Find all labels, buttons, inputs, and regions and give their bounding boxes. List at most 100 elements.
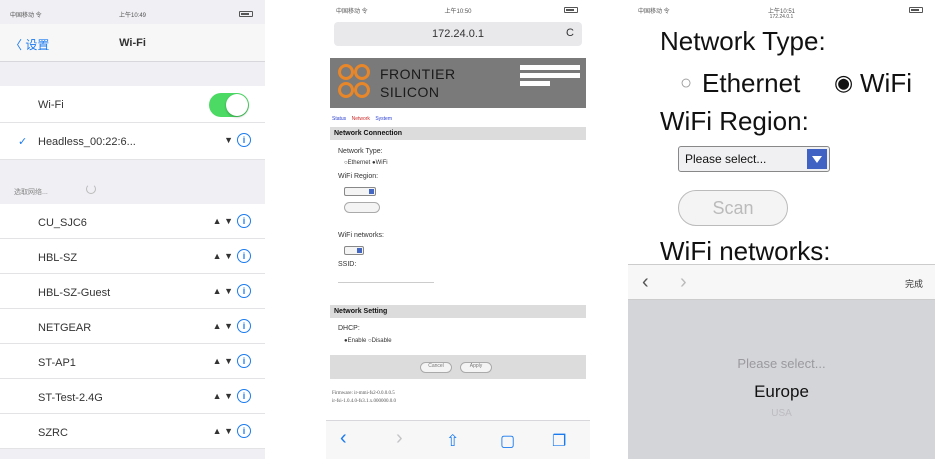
network-status-icons: ▲ ▼ i	[213, 284, 251, 298]
url-text: 172.24.0.1	[432, 28, 484, 40]
network-status-icons: ▲ ▼ i	[213, 389, 251, 403]
info-icon[interactable]: i	[237, 389, 251, 403]
tab-system[interactable]: System	[375, 116, 392, 122]
clock: 上午10:49	[118, 13, 146, 19]
network-row[interactable]: ST-Test-2.4G ▲ ▼ i	[0, 379, 265, 414]
wifi-networks-select[interactable]	[344, 246, 364, 255]
tab-status[interactable]: Status	[332, 116, 346, 122]
network-setting-header: Network Setting	[330, 305, 586, 318]
picker-option-selected[interactable]: Europe	[628, 382, 935, 402]
firmware-line-2: ir-fsi-1.0.4.0-fs3.1.x.000000.0.0	[332, 399, 397, 404]
firmware-line-1: Firmware: ir-mmi-fs2-0.0.0.0.5	[332, 391, 395, 396]
wifi-signal-icon: ▼	[224, 135, 233, 145]
network-type-label: Network Type:	[338, 148, 383, 155]
network-row[interactable]: ST-AP1 ▲ ▼ i	[0, 344, 265, 379]
status-bar: 中国移动 令 上午10:50	[326, 4, 590, 18]
wifi-networks-label: WiFi networks:	[338, 232, 384, 239]
network-type-options[interactable]: ○Ethernet ●WiFi	[344, 160, 388, 166]
network-ssid: HBL-SZ-Guest	[38, 287, 111, 299]
info-icon[interactable]: i	[237, 214, 251, 228]
previous-field-icon[interactable]: ‹	[642, 271, 649, 294]
connected-network-row[interactable]: ✓ Headless_00:22:6... ▼ i	[0, 123, 265, 160]
address-bar[interactable]: 172.24.0.1 C	[334, 22, 582, 46]
info-icon[interactable]: i	[237, 319, 251, 333]
network-ssid: ST-AP1	[38, 357, 76, 369]
network-ssid: CU_SJC6	[38, 217, 87, 229]
info-icon[interactable]: i	[237, 249, 251, 263]
dhcp-options[interactable]: ●Enable ○Disable	[344, 338, 392, 344]
chevron-down-icon	[807, 149, 827, 169]
wifi-region-label: WiFi Region:	[660, 106, 809, 136]
network-status-icons: ▲ ▼ i	[213, 319, 251, 333]
picker-option[interactable]: Please select...	[628, 356, 935, 371]
network-connection-header: Network Connection	[330, 127, 586, 140]
wifi-region-select[interactable]	[344, 187, 376, 196]
brand-line-2: SILICON	[380, 84, 440, 100]
info-icon[interactable]: i	[237, 424, 251, 438]
lock-wifi-icon: ▲ ▼	[212, 286, 233, 296]
wifi-radio[interactable]: ◉	[834, 70, 853, 96]
network-row[interactable]: HBL-SZ ▲ ▼ i	[0, 239, 265, 274]
section-tabs: Status Network System	[332, 116, 396, 122]
wifi-label: Wi-Fi	[38, 99, 64, 111]
password-input[interactable]	[520, 73, 580, 78]
network-status-icons: ▲ ▼ i	[213, 214, 251, 228]
wifi-toggle[interactable]	[209, 93, 249, 117]
network-row[interactable]: NETGEAR ▲ ▼ i	[0, 309, 265, 344]
url-text: 172.24.0.1	[769, 14, 794, 20]
info-icon[interactable]: i	[237, 133, 251, 147]
scan-button[interactable]: Scan	[678, 190, 788, 226]
tabs-icon[interactable]: ❐	[552, 431, 566, 451]
browser-config-screen: 中国移动 令 上午10:50 172.24.0.1 C FRONTIER SIL…	[326, 0, 590, 459]
region-picker-screen: 中国移动 令 上午10:51 172.24.0.1 Network Type: …	[628, 0, 935, 459]
network-status-icons: ▲ ▼ i	[213, 424, 251, 438]
lock-wifi-icon: ▲ ▼	[212, 216, 233, 226]
network-ssid: NETGEAR	[38, 322, 92, 334]
lock-wifi-icon: ▲ ▼	[212, 356, 233, 366]
loading-spinner-icon	[86, 184, 96, 194]
done-button[interactable]: 完成	[905, 277, 923, 290]
region-picker[interactable]: Please select... Europe USA	[628, 300, 935, 459]
section-label: 选取网络...	[14, 189, 48, 196]
apply-button[interactable]: Apply	[460, 362, 492, 373]
login-button[interactable]	[520, 81, 550, 86]
forward-icon[interactable]: ›	[396, 427, 403, 450]
divider	[338, 282, 434, 283]
network-row[interactable]: HBL-SZ-Guest ▲ ▼ i	[0, 274, 265, 309]
navigation-bar: 〈 设置 Wi-Fi	[0, 24, 265, 62]
info-icon[interactable]: i	[237, 354, 251, 368]
back-icon[interactable]: ‹	[340, 427, 347, 450]
battery-icon	[909, 7, 923, 13]
next-field-icon[interactable]: ›	[680, 271, 687, 294]
toggle-knob	[226, 94, 248, 116]
network-ssid: HBL-SZ	[38, 252, 78, 264]
network-status-icons: ▲ ▼ i	[213, 249, 251, 263]
form-button-bar: Cancel Apply	[330, 355, 586, 379]
connected-ssid: Headless_00:22:6...	[38, 136, 136, 148]
network-row[interactable]: SZRC ▲ ▼ i	[0, 414, 265, 449]
wifi-region-label: WiFi Region:	[338, 173, 379, 180]
reload-icon[interactable]: C	[566, 27, 574, 39]
frontier-banner: FRONTIER SILICON	[330, 58, 586, 108]
share-icon[interactable]: ⇧	[446, 431, 459, 451]
ethernet-radio[interactable]: ○	[680, 72, 692, 95]
frontier-logo	[338, 64, 374, 102]
info-icon[interactable]: i	[237, 284, 251, 298]
tab-network[interactable]: Network	[352, 116, 370, 122]
picker-option[interactable]: USA	[628, 408, 935, 419]
lock-wifi-icon: ▲ ▼	[212, 426, 233, 436]
wifi-toggle-group: Wi-Fi ✓ Headless_00:22:6... ▼ i	[0, 86, 265, 160]
network-ssid: ST-Test-2.4G	[38, 392, 103, 404]
lock-wifi-icon: ▲ ▼	[212, 251, 233, 261]
firmware-info: Firmware: ir-mmi-fs2-0.0.0.0.5 ir-fsi-1.…	[332, 390, 396, 406]
network-row[interactable]: CU_SJC6 ▲ ▼ i	[0, 204, 265, 239]
scan-button[interactable]	[344, 202, 380, 213]
page-title: Wi-Fi	[119, 37, 146, 49]
input-accessory-bar: ‹ › 完成	[628, 264, 935, 300]
wifi-region-select[interactable]: Please select...	[678, 146, 830, 172]
bookmarks-icon[interactable]: ▢	[500, 431, 515, 451]
wifi-label: WiFi	[860, 68, 912, 98]
browser-toolbar: ‹ › ⇧ ▢ ❐	[326, 420, 590, 459]
username-input[interactable]	[520, 65, 580, 70]
cancel-button[interactable]: Cancel	[420, 362, 452, 373]
